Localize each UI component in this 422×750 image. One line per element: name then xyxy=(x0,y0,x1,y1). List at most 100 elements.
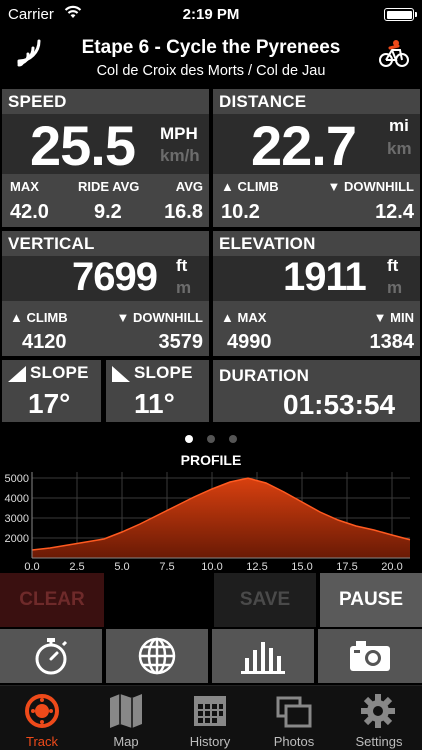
history-icon xyxy=(194,696,226,726)
vertical-unit-active[interactable]: ft xyxy=(176,256,187,276)
photos-icon xyxy=(276,696,312,728)
distance-unit-inactive[interactable]: km xyxy=(387,139,412,159)
speed-tile[interactable]: SPEED 25.5 MPH km/h MAX RIDE AVG AVG 42.… xyxy=(2,89,209,227)
clear-button[interactable]: CLEAR xyxy=(0,573,104,627)
x-tick-label: 0.0 xyxy=(24,561,39,570)
page-dot[interactable] xyxy=(229,435,238,443)
tab-map-label: Map xyxy=(113,734,139,749)
tab-photos-label: Photos xyxy=(273,734,315,749)
status-bar: Carrier 2:19 PM xyxy=(0,0,422,30)
page-dot[interactable] xyxy=(207,435,215,443)
x-tick-label: 7.5 xyxy=(159,561,174,570)
slope-down-value: 11° xyxy=(134,388,175,419)
vertical-downhill-label: ▼ DOWNHILL xyxy=(116,310,203,325)
settings-icon xyxy=(361,694,395,728)
y-tick-label: 5000 xyxy=(5,473,29,485)
speed-label: SPEED xyxy=(8,92,67,111)
tab-settings[interactable]: Settings xyxy=(336,686,422,750)
globe-button[interactable] xyxy=(106,629,208,683)
stats-button[interactable] xyxy=(212,629,314,683)
bar-chart-icon xyxy=(241,642,285,674)
slope-up-value: 17° xyxy=(28,388,71,419)
page-dot[interactable] xyxy=(184,435,193,443)
distance-downhill-value: 12.4 xyxy=(375,201,414,223)
save-button[interactable]: SAVE xyxy=(214,573,316,627)
speed-avg-label: AVG xyxy=(175,179,203,194)
distance-tile[interactable]: DISTANCE 22.7 mi km ▲ CLIMB ▼ DOWNHILL 1… xyxy=(213,89,420,227)
route-header: Etape 6 - Cycle the Pyrenees Col de Croi… xyxy=(0,32,422,84)
slope-down-tile[interactable]: SLOPE 11° xyxy=(106,360,209,422)
vertical-downhill-value: 3579 xyxy=(158,331,204,353)
vertical-value: 7699 xyxy=(72,255,158,299)
x-tick-label: 15.0 xyxy=(291,561,312,570)
y-tick-label: 2000 xyxy=(5,533,29,545)
camera-icon xyxy=(350,641,390,671)
vertical-climb-label: ▲ CLIMB xyxy=(10,310,68,325)
distance-value: 22.7 xyxy=(251,114,357,177)
tab-bar: Track Map History Photos Settings xyxy=(0,685,422,750)
page-indicator[interactable] xyxy=(0,430,422,448)
distance-climb-value: 10.2 xyxy=(221,201,260,223)
speed-ride-avg-value: 9.2 xyxy=(94,201,122,223)
tab-history[interactable]: History xyxy=(168,686,252,750)
tab-photos[interactable]: Photos xyxy=(252,686,336,750)
slope-down-label: SLOPE xyxy=(134,363,193,382)
speed-ride-avg-label: RIDE AVG xyxy=(78,179,140,194)
y-tick-label: 3000 xyxy=(5,513,29,525)
gps-signal-icon[interactable] xyxy=(12,36,46,75)
duration-label: DURATION xyxy=(219,366,310,385)
status-time: 2:19 PM xyxy=(182,6,240,23)
elevation-unit-active[interactable]: ft xyxy=(387,256,398,276)
map-icon xyxy=(110,694,142,728)
battery-icon xyxy=(384,8,417,21)
speed-unit-active[interactable]: MPH xyxy=(160,124,198,144)
x-tick-label: 12.5 xyxy=(246,561,267,570)
x-tick-label: 17.5 xyxy=(336,561,357,570)
y-tick-label: 4000 xyxy=(5,493,29,505)
profile-chart: 2000 3000 4000 5000 0.0 2.5 5.0 7.5 10.0 12.5 15.0… xyxy=(5,472,411,570)
vertical-label: VERTICAL xyxy=(8,234,95,253)
slope-down-icon xyxy=(112,366,130,382)
elevation-max-label: ▲ MAX xyxy=(221,310,267,325)
speed-value: 25.5 xyxy=(30,114,136,177)
duration-value: 01:53:54 xyxy=(283,389,396,420)
globe-icon xyxy=(138,637,176,675)
elevation-label: ELEVATION xyxy=(219,234,316,253)
speed-avg-value: 16.8 xyxy=(164,201,203,223)
vertical-tile[interactable]: VERTICAL 7699 ft m ▲ CLIMB ▼ DOWNHILL 41… xyxy=(2,231,209,356)
elevation-max-value: 4990 xyxy=(227,331,272,353)
x-tick-label: 20.0 xyxy=(381,561,402,570)
distance-downhill-label: ▼ DOWNHILL xyxy=(327,179,414,194)
elevation-tile[interactable]: ELEVATION 1911 ft m ▲ MAX ▼ MIN 4990 138… xyxy=(213,231,420,356)
speed-max-value: 42.0 xyxy=(10,201,49,223)
elevation-unit-inactive[interactable]: m xyxy=(387,278,402,298)
bike-profile-icon[interactable] xyxy=(378,38,410,73)
slope-up-tile[interactable]: SLOPE 17° xyxy=(2,360,101,422)
tab-map[interactable]: Map xyxy=(84,686,168,750)
distance-climb-label: ▲ CLIMB xyxy=(221,179,279,194)
speed-unit-inactive[interactable]: km/h xyxy=(160,146,200,166)
route-subtitle: Col de Croix des Morts / Col de Jau xyxy=(96,63,326,79)
elevation-value: 1911 xyxy=(283,255,367,299)
x-tick-label: 5.0 xyxy=(114,561,129,570)
stopwatch-icon xyxy=(35,638,68,675)
vertical-unit-inactive[interactable]: m xyxy=(176,278,191,298)
tab-track-label: Track xyxy=(25,734,59,749)
distance-label: DISTANCE xyxy=(219,92,307,111)
x-tick-label: 10.0 xyxy=(201,561,222,570)
stopwatch-button[interactable] xyxy=(0,629,102,683)
route-title: Etape 6 - Cycle the Pyrenees xyxy=(81,37,341,58)
speed-max-label: MAX xyxy=(10,179,39,194)
pause-button[interactable]: PAUSE xyxy=(320,573,422,627)
elevation-min-label: ▼ MIN xyxy=(373,310,414,325)
tab-settings-label: Settings xyxy=(355,734,403,749)
track-icon xyxy=(25,694,59,728)
distance-unit-active[interactable]: mi xyxy=(389,116,409,136)
camera-button[interactable] xyxy=(318,629,422,683)
slope-up-label: SLOPE xyxy=(30,363,89,382)
duration-tile[interactable]: DURATION 01:53:54 xyxy=(213,360,420,422)
vertical-climb-value: 4120 xyxy=(22,331,67,353)
tab-track[interactable]: Track xyxy=(0,686,84,750)
x-tick-label: 2.5 xyxy=(69,561,84,570)
tab-history-label: History xyxy=(189,734,231,749)
